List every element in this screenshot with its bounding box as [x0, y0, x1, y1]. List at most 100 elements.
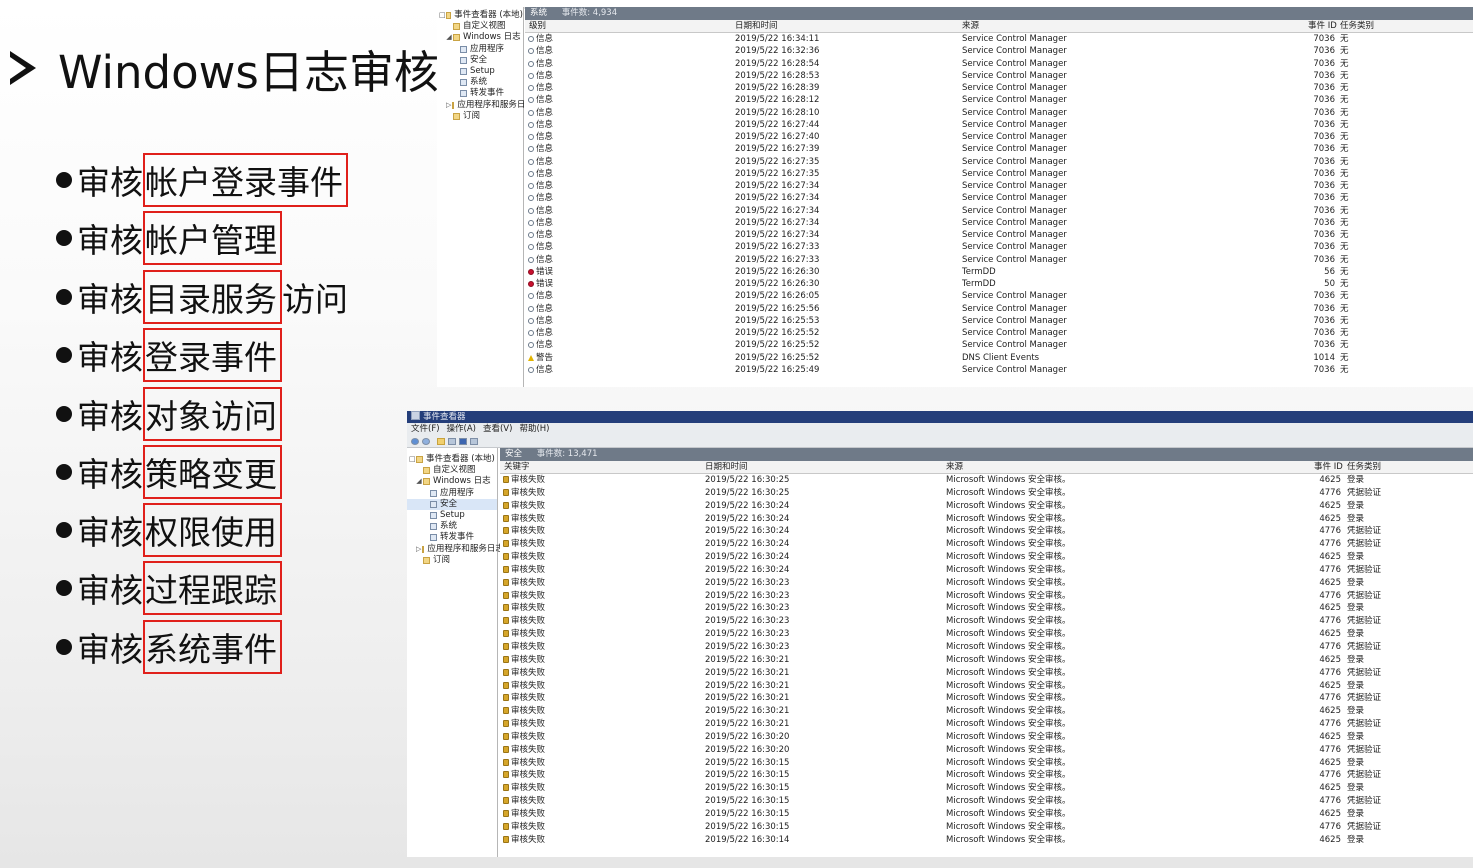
expand-toggle-icon[interactable]: ◢ [446, 32, 452, 43]
table-row[interactable]: 信息 2019/5/22 16:26:05 Service Control Mana… [525, 290, 1473, 302]
table-row[interactable]: 信息 2019/5/22 16:28:39 Service Control Mana… [525, 82, 1473, 94]
column-header-source[interactable]: 来源 [946, 461, 963, 473]
tree-node[interactable]: Setup [437, 66, 523, 77]
menu-item[interactable]: 帮助(H) [519, 424, 549, 434]
table-row[interactable]: 信息 2019/5/22 16:27:33 Service Control Mana… [525, 254, 1473, 266]
table-row[interactable]: 审核失败 2019/5/22 16:30:23 Microsoft Windows … [500, 615, 1473, 628]
tree-node[interactable]: 安全 [437, 55, 523, 66]
table-row[interactable]: 信息 2019/5/22 16:27:35 Service Control Mana… [525, 156, 1473, 168]
table-row[interactable]: 信息 2019/5/22 16:27:33 Service Control Mana… [525, 241, 1473, 253]
table-row[interactable]: 错误 2019/5/22 16:26:30 TermDD 56 无 [525, 266, 1473, 278]
table-row[interactable]: 信息 2019/5/22 16:28:54 Service Control Mana… [525, 58, 1473, 70]
column-header-event-id[interactable]: 事件 ID [1314, 461, 1343, 473]
table-row[interactable]: 信息 2019/5/22 16:27:34 Service Control Mana… [525, 180, 1473, 192]
table-row[interactable]: 信息 2019/5/22 16:28:10 Service Control Mana… [525, 107, 1473, 119]
table-row[interactable]: 信息 2019/5/22 16:27:34 Service Control Mana… [525, 229, 1473, 241]
table-row[interactable]: 审核失败 2019/5/22 16:30:20 Microsoft Windows … [500, 731, 1473, 744]
tree-node[interactable]: 自定义视图 [437, 21, 523, 32]
table-row[interactable]: 审核失败 2019/5/22 16:30:21 Microsoft Windows … [500, 680, 1473, 693]
tree-node[interactable]: ◢ Windows 日志 [407, 476, 497, 487]
table-row[interactable]: 审核失败 2019/5/22 16:30:15 Microsoft Windows … [500, 769, 1473, 782]
table-row[interactable]: 信息 2019/5/22 16:25:56 Service Control Mana… [525, 303, 1473, 315]
table-row[interactable]: 信息 2019/5/22 16:25:52 Service Control Mana… [525, 339, 1473, 351]
expand-toggle-icon[interactable]: ▷ [416, 544, 421, 555]
column-header-keyword[interactable]: 关键字 [504, 461, 530, 473]
forward-icon[interactable] [422, 437, 430, 445]
table-row[interactable]: 信息 2019/5/22 16:27:34 Service Control Mana… [525, 192, 1473, 204]
tree-node[interactable]: ▷ 应用程序和服务日志 [437, 100, 534, 111]
tree-node[interactable]: 安全 [407, 498, 497, 510]
column-header-row[interactable]: 关键字 日期和时间 来源 事件 ID 任务类别 [500, 461, 1473, 474]
expand-toggle-icon[interactable]: □ [409, 454, 416, 465]
table-row[interactable]: 审核失败 2019/5/22 16:30:23 Microsoft Windows … [500, 602, 1473, 615]
column-header-event-id[interactable]: 事件 ID [1308, 20, 1337, 32]
table-row[interactable]: 错误 2019/5/22 16:26:30 TermDD 50 无 [525, 278, 1473, 290]
tree-node[interactable]: 应用程序 [407, 488, 497, 499]
table-row[interactable]: 信息 2019/5/22 16:28:12 Service Control Mana… [525, 94, 1473, 106]
tree-node[interactable]: 自定义视图 [407, 465, 497, 476]
table-row[interactable]: 审核失败 2019/5/22 16:30:20 Microsoft Windows … [500, 744, 1473, 757]
table-row[interactable]: 审核失败 2019/5/22 16:30:24 Microsoft Windows … [500, 500, 1473, 513]
table-row[interactable]: 信息 2019/5/22 16:27:34 Service Control Mana… [525, 217, 1473, 229]
table-row[interactable]: 信息 2019/5/22 16:27:39 Service Control Mana… [525, 143, 1473, 155]
column-header-datetime[interactable]: 日期和时间 [705, 461, 748, 473]
table-row[interactable]: 信息 2019/5/22 16:25:53 Service Control Mana… [525, 315, 1473, 327]
menu-item[interactable]: 操作(A) [447, 424, 476, 434]
window-title-bar[interactable]: 事件查看器 [407, 411, 1473, 423]
column-header-row[interactable]: 级别 日期和时间 来源 事件 ID 任务类别 [525, 20, 1473, 33]
table-row[interactable]: 审核失败 2019/5/22 16:30:15 Microsoft Windows … [500, 808, 1473, 821]
tree-node[interactable]: 系统 [437, 77, 523, 88]
tree-node[interactable]: 订阅 [437, 111, 523, 122]
console-tree-icon[interactable] [448, 437, 456, 445]
table-row[interactable]: 审核失败 2019/5/22 16:30:24 Microsoft Windows … [500, 551, 1473, 564]
column-header-source[interactable]: 来源 [962, 20, 979, 32]
tree-node[interactable]: 应用程序 [437, 44, 523, 55]
table-row[interactable]: 信息 2019/5/22 16:27:34 Service Control Mana… [525, 205, 1473, 217]
table-row[interactable]: 审核失败 2019/5/22 16:30:14 Microsoft Windows … [500, 834, 1473, 847]
table-row[interactable]: 审核失败 2019/5/22 16:30:24 Microsoft Windows … [500, 538, 1473, 551]
column-header-datetime[interactable]: 日期和时间 [735, 20, 778, 32]
table-row[interactable]: 审核失败 2019/5/22 16:30:15 Microsoft Windows … [500, 757, 1473, 770]
table-row[interactable]: 信息 2019/5/22 16:34:11 Service Control Mana… [525, 33, 1473, 45]
expand-toggle-icon[interactable]: ▷ [446, 100, 451, 111]
table-row[interactable]: 审核失败 2019/5/22 16:30:21 Microsoft Windows … [500, 654, 1473, 667]
table-row[interactable]: 审核失败 2019/5/22 16:30:23 Microsoft Windows … [500, 641, 1473, 654]
help-icon[interactable] [459, 437, 467, 445]
column-header-task[interactable]: 任务类别 [1340, 20, 1374, 32]
expand-toggle-icon[interactable]: ◢ [416, 476, 422, 487]
menu-item[interactable]: 文件(F) [411, 424, 440, 434]
table-row[interactable]: 审核失败 2019/5/22 16:30:25 Microsoft Windows … [500, 487, 1473, 500]
table-row[interactable]: 审核失败 2019/5/22 16:30:24 Microsoft Windows … [500, 525, 1473, 538]
tree-node[interactable]: ◢ Windows 日志 [437, 32, 523, 43]
table-row[interactable]: 审核失败 2019/5/22 16:30:15 Microsoft Windows … [500, 782, 1473, 795]
table-row[interactable]: 审核失败 2019/5/22 16:30:15 Microsoft Windows … [500, 821, 1473, 834]
table-row[interactable]: 审核失败 2019/5/22 16:30:21 Microsoft Windows … [500, 705, 1473, 718]
table-row[interactable]: 警告 2019/5/22 16:25:52 DNS Client Events 101… [525, 352, 1473, 364]
table-row[interactable]: 信息 2019/5/22 16:28:53 Service Control Mana… [525, 70, 1473, 82]
tree-node[interactable]: Setup [407, 510, 497, 521]
column-header-level[interactable]: 级别 [529, 20, 546, 32]
tree-node[interactable]: 转发事件 [407, 532, 497, 543]
table-row[interactable]: 审核失败 2019/5/22 16:30:21 Microsoft Windows … [500, 667, 1473, 680]
table-row[interactable]: 审核失败 2019/5/22 16:30:21 Microsoft Windows … [500, 692, 1473, 705]
tree-node[interactable]: 订阅 [407, 555, 497, 566]
menu-item[interactable]: 查看(V) [483, 424, 512, 434]
table-row[interactable]: 审核失败 2019/5/22 16:30:23 Microsoft Windows … [500, 590, 1473, 603]
back-icon[interactable] [411, 437, 419, 445]
table-row[interactable]: 信息 2019/5/22 16:32:36 Service Control Mana… [525, 45, 1473, 57]
table-row[interactable]: 信息 2019/5/22 16:27:40 Service Control Mana… [525, 131, 1473, 143]
tree-node[interactable]: □ 事件查看器 (本地) [437, 10, 523, 21]
table-row[interactable]: 审核失败 2019/5/22 16:30:23 Microsoft Windows … [500, 628, 1473, 641]
table-row[interactable]: 审核失败 2019/5/22 16:30:25 Microsoft Windows … [500, 474, 1473, 487]
table-row[interactable]: 信息 2019/5/22 16:27:44 Service Control Mana… [525, 119, 1473, 131]
table-row[interactable]: 信息 2019/5/22 16:27:35 Service Control Mana… [525, 168, 1473, 180]
column-header-task[interactable]: 任务类别 [1347, 461, 1381, 473]
action-pane-icon[interactable] [470, 437, 478, 445]
tree-node[interactable]: 系统 [407, 521, 497, 532]
table-row[interactable]: 审核失败 2019/5/22 16:30:24 Microsoft Windows … [500, 564, 1473, 577]
up-folder-icon[interactable] [437, 437, 445, 445]
table-row[interactable]: 审核失败 2019/5/22 16:30:21 Microsoft Windows … [500, 718, 1473, 731]
table-row[interactable]: 信息 2019/5/22 16:25:49 Service Control Mana… [525, 364, 1473, 376]
table-row[interactable]: 审核失败 2019/5/22 16:30:24 Microsoft Windows … [500, 513, 1473, 526]
tree-node[interactable]: 转发事件 [437, 88, 523, 99]
